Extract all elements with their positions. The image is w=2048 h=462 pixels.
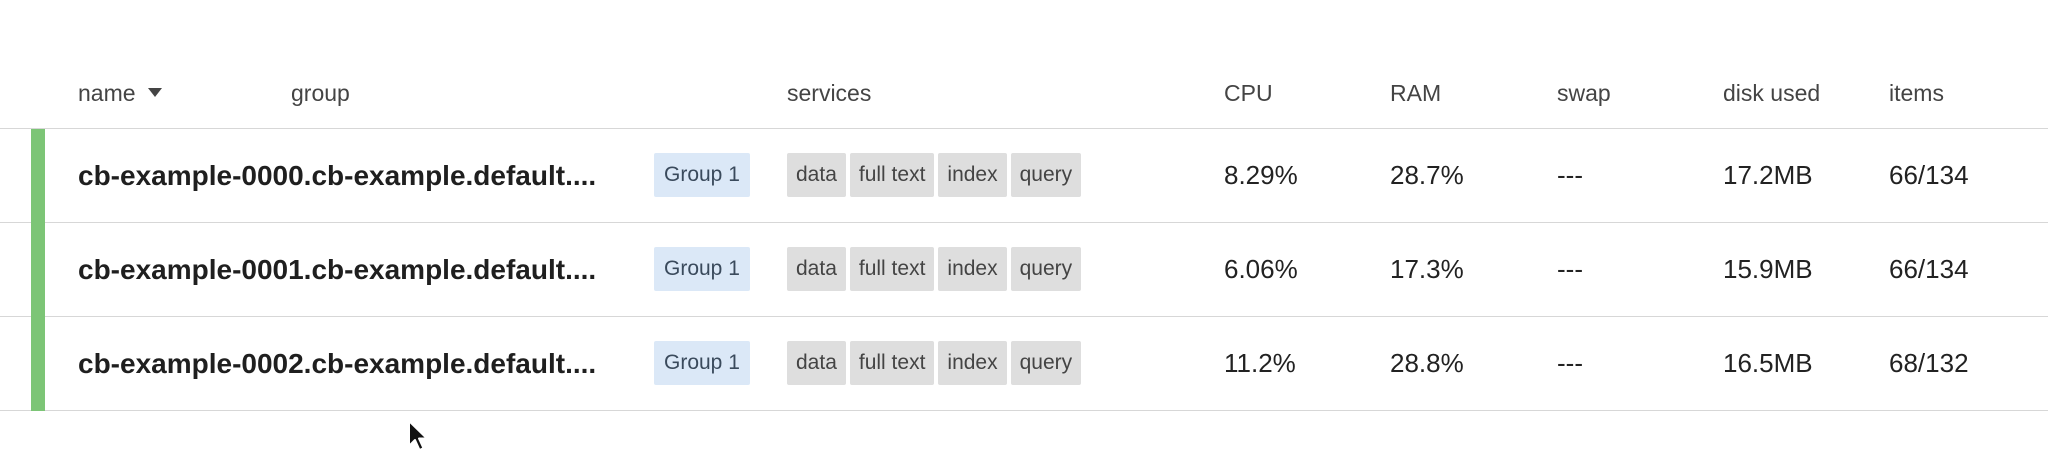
- services-list: data full text index query: [787, 247, 1082, 291]
- service-badge-index: index: [938, 341, 1007, 385]
- items-value: 68/132: [1889, 348, 1969, 378]
- group-badge: Group 1: [654, 153, 750, 197]
- service-badge-full-text: full text: [849, 247, 935, 291]
- column-header-items[interactable]: items: [1889, 80, 1944, 107]
- column-header-cpu[interactable]: CPU: [1224, 80, 1273, 107]
- table-row[interactable]: cb-example-0001.cb-example.default.... G…: [0, 223, 2048, 317]
- service-badge-full-text: full text: [849, 153, 935, 197]
- services-list: data full text index query: [787, 153, 1082, 197]
- items-value: 66/134: [1889, 254, 1969, 284]
- column-header-swap[interactable]: swap: [1557, 80, 1611, 107]
- column-header-ram[interactable]: RAM: [1390, 80, 1441, 107]
- service-badge-data: data: [787, 341, 846, 385]
- cpu-value: 11.2%: [1224, 348, 1296, 378]
- table-header: name group services CPU RAM swap disk us…: [0, 68, 2048, 129]
- service-badge-data: data: [787, 153, 846, 197]
- group-badge: Group 1: [654, 247, 750, 291]
- server-status-indicator: [31, 129, 45, 223]
- disk-used-value: 17.2MB: [1723, 160, 1813, 190]
- column-header-group[interactable]: group: [291, 80, 350, 107]
- service-badge-index: index: [938, 247, 1007, 291]
- service-badge-index: index: [938, 153, 1007, 197]
- table-row[interactable]: cb-example-0002.cb-example.default.... G…: [0, 317, 2048, 411]
- server-name[interactable]: cb-example-0001.cb-example.default....: [78, 223, 638, 316]
- column-header-disk-used[interactable]: disk used: [1723, 80, 1820, 107]
- cpu-value: 8.29%: [1224, 160, 1298, 190]
- sort-descending-icon[interactable]: [147, 88, 162, 98]
- swap-value: ---: [1557, 160, 1583, 190]
- mouse-pointer-icon: [408, 420, 428, 451]
- table-row[interactable]: cb-example-0000.cb-example.default.... G…: [0, 129, 2048, 223]
- ram-value: 28.8%: [1390, 348, 1464, 378]
- column-header-name[interactable]: name: [78, 80, 162, 107]
- server-name[interactable]: cb-example-0000.cb-example.default....: [78, 129, 638, 222]
- column-header-services[interactable]: services: [787, 80, 871, 107]
- cpu-value: 6.06%: [1224, 254, 1298, 284]
- service-badge-full-text: full text: [849, 341, 935, 385]
- service-badge-query: query: [1010, 247, 1082, 291]
- column-header-name-label: name: [78, 80, 136, 106]
- server-name[interactable]: cb-example-0002.cb-example.default....: [78, 317, 638, 410]
- service-badge-query: query: [1010, 341, 1082, 385]
- service-badge-data: data: [787, 247, 846, 291]
- group-badge: Group 1: [654, 341, 750, 385]
- service-badge-query: query: [1010, 153, 1082, 197]
- services-list: data full text index query: [787, 341, 1082, 385]
- servers-table: name group services CPU RAM swap disk us…: [0, 0, 2048, 462]
- disk-used-value: 16.5MB: [1723, 348, 1813, 378]
- server-status-indicator: [31, 317, 45, 411]
- items-value: 66/134: [1889, 160, 1969, 190]
- disk-used-value: 15.9MB: [1723, 254, 1813, 284]
- swap-value: ---: [1557, 254, 1583, 284]
- server-status-indicator: [31, 223, 45, 317]
- swap-value: ---: [1557, 348, 1583, 378]
- ram-value: 17.3%: [1390, 254, 1464, 284]
- ram-value: 28.7%: [1390, 160, 1464, 190]
